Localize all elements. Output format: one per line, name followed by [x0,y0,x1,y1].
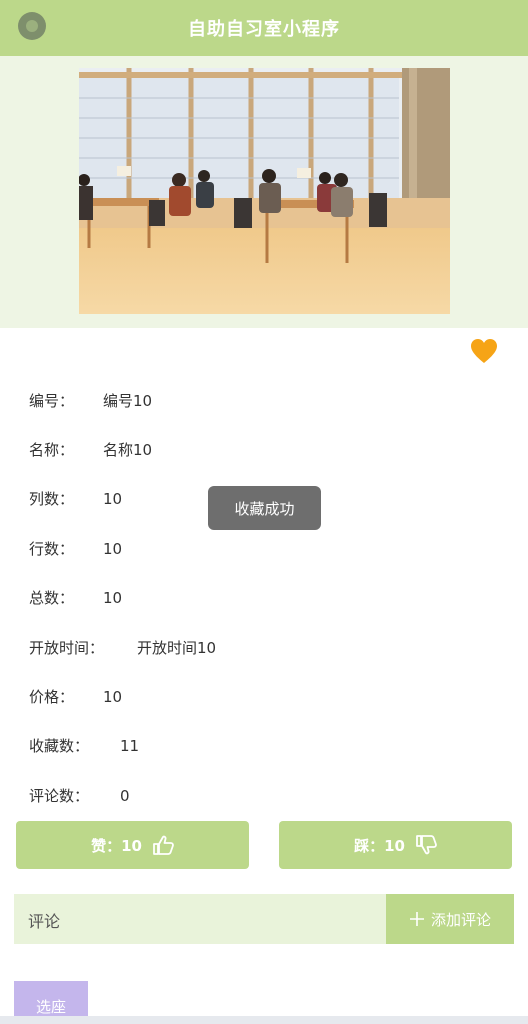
comment-bar: 评论 添加评论 [14,894,514,944]
detail-label: 评论数： [29,787,90,805]
detail-value: 10 [103,688,123,706]
bottom-bar [0,1016,528,1024]
detail-row-price: 价格： 10 [29,686,122,708]
detail-row-open-time: 开放时间： 开放时间10 [29,637,216,659]
dislike-label: 踩：10 [354,836,405,855]
like-button[interactable]: 赞：10 [16,821,249,869]
detail-row-total: 总数： 10 [29,587,122,609]
detail-label: 行数： [29,540,75,558]
app-header: 自助自习室小程序 [0,0,528,56]
detail-row-columns: 列数： 10 [29,488,122,510]
page-title: 自助自习室小程序 [188,19,340,40]
detail-label: 总数： [29,589,75,607]
thumbs-up-icon [153,835,174,855]
detail-row-id: 编号： 编号10 [29,390,152,412]
detail-value: 名称10 [103,441,153,459]
detail-label: 名称： [29,441,75,459]
select-seat-button[interactable]: 选座 [14,981,88,1021]
like-label: 赞：10 [91,836,142,855]
detail-row-favorites: 收藏数： 11 [29,735,139,757]
favorite-heart-icon[interactable] [470,338,498,366]
add-comment-label: 添加评论 [430,910,491,929]
detail-value: 11 [120,737,140,755]
detail-row-comments: 评论数： 0 [29,785,130,807]
detail-value: 10 [103,490,123,508]
back-button[interactable] [18,12,46,40]
detail-label: 列数： [29,490,75,508]
detail-value: 10 [103,589,123,607]
add-comment-button[interactable]: 添加评论 [386,894,514,944]
detail-value: 0 [120,787,130,805]
detail-value: 10 [103,540,123,558]
detail-value: 开放时间10 [137,639,217,657]
detail-label: 编号： [29,392,75,410]
detail-label: 收藏数： [29,737,90,755]
detail-label: 开放时间： [29,639,105,657]
toast-message: 收藏成功 [208,486,321,530]
plus-icon [409,912,424,926]
dislike-button[interactable]: 踩：10 [279,821,512,869]
comment-label: 评论 [28,912,61,931]
study-room-photo [79,68,450,314]
back-icon [26,20,38,32]
detail-row-rows: 行数： 10 [29,538,122,560]
thumbs-down-icon [416,835,437,855]
banner [0,56,528,328]
detail-row-name: 名称： 名称10 [29,439,152,461]
detail-value: 编号10 [103,392,153,410]
detail-label: 价格： [29,688,75,706]
